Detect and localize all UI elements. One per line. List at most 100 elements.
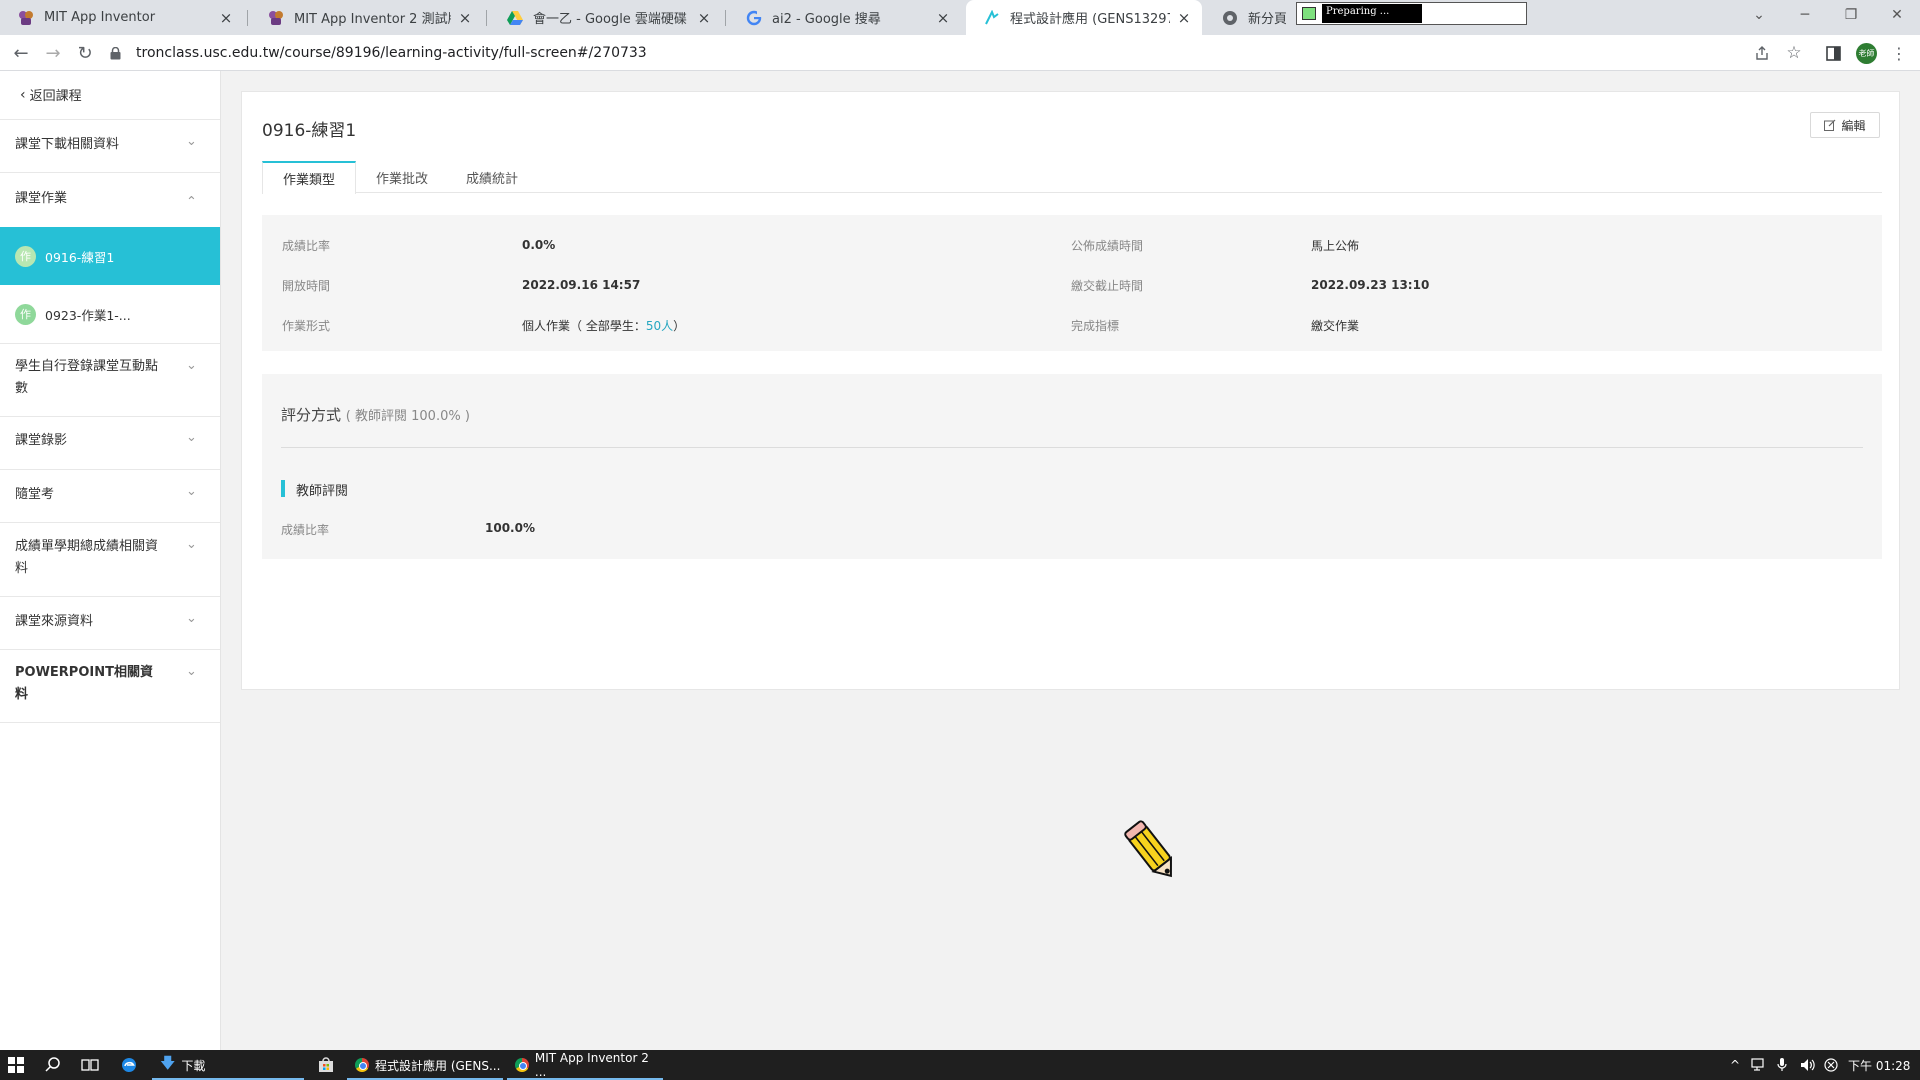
taskbar-app-chrome-course[interactable]: 程式設計應用 (GENS... — [347, 1050, 503, 1080]
edge-browser-icon[interactable] — [121, 1050, 137, 1080]
volume-icon[interactable] — [1800, 1050, 1816, 1080]
reload-button[interactable]: ↻ — [73, 41, 97, 65]
edit-button[interactable]: 編輯 — [1810, 112, 1880, 138]
close-icon[interactable]: × — [457, 9, 473, 27]
section-title: 課堂錄影 — [15, 433, 68, 448]
format-prefix: 個人作業（ 全部學生： — [522, 319, 646, 333]
sidebar-section-downloads[interactable]: 課堂下載相關資料 ⌄ — [0, 119, 220, 172]
tab-statistics[interactable]: 成績統計 — [452, 161, 532, 193]
sidebar-section-grades[interactable]: 成績單學期總成績相關資料 ⌄ — [0, 522, 220, 596]
sidebar-section-interaction-points[interactable]: 學生自行登錄課堂互動點數 ⌄ — [0, 343, 220, 416]
restore-button[interactable]: ❐ — [1828, 0, 1874, 30]
address-bar[interactable]: tronclass.usc.edu.tw/course/89196/learni… — [110, 39, 1750, 67]
taskbar-app-chrome-inventor[interactable]: MIT App Inventor 2 ... — [507, 1050, 663, 1080]
system-clock[interactable]: 下午 01:28 — [1848, 1050, 1910, 1080]
chevron-down-icon: ⌄ — [186, 430, 197, 445]
tab-label: ai2 - Google 搜尋 — [772, 12, 881, 27]
forward-button[interactable]: → — [41, 41, 65, 65]
lock-icon — [110, 46, 124, 60]
tab-assignment-type[interactable]: 作業類型 — [262, 161, 356, 194]
side-panel-icon[interactable] — [1821, 41, 1845, 65]
student-count-link[interactable]: 50人 — [646, 319, 673, 333]
share-icon[interactable] — [1750, 41, 1774, 65]
back-to-course-label: 返回課程 — [29, 89, 82, 104]
format-value: 個人作業（ 全部學生：50人） — [522, 317, 685, 334]
sidebar-section-assignments[interactable]: 課堂作業 ⌄ — [0, 172, 220, 225]
tab-grading[interactable]: 作業批改 — [362, 161, 442, 193]
browser-tab-new-tab[interactable]: 新分頁 — [1204, 0, 1296, 35]
sidebar-section-recordings[interactable]: 課堂錄影 ⌄ — [0, 416, 220, 469]
status-indicator — [1302, 7, 1316, 20]
chevron-down-icon: ⌄ — [186, 664, 197, 679]
sidebar-section-sources[interactable]: 課堂來源資料 ⌄ — [0, 596, 220, 649]
app-inventor-icon — [18, 10, 34, 26]
sidebar-section-quizzes[interactable]: 隨堂考 ⌄ — [0, 469, 220, 522]
notification-off-icon[interactable] — [1824, 1050, 1838, 1080]
divider — [281, 447, 1863, 448]
sidebar-item-0916[interactable]: 作 0916-練習1 — [0, 227, 220, 285]
app-inventor-icon — [268, 10, 284, 26]
search-icon[interactable] — [45, 1050, 61, 1080]
browser-tab-tronclass[interactable]: 程式設計應用 (GENS13297A1) - × — [966, 0, 1202, 35]
activity-card: 0916-練習1 編輯 作業類型 作業批改 成績統計 成績比率 0.0% 公佈成… — [241, 91, 1900, 690]
chevron-down-icon: ⌄ — [186, 537, 197, 552]
grading-title: 評分方式 ( 教師評閱 100.0% ) — [281, 404, 470, 425]
download-label: 下載 — [181, 1058, 206, 1073]
taskbar-downloads[interactable]: 🡇 下載 — [152, 1050, 304, 1080]
open-time-value: 2022.09.16 14:57 — [522, 278, 641, 292]
sidebar-item-0923[interactable]: 作 0923-作業1-... — [0, 285, 220, 343]
chevron-down-icon: ⌄ — [186, 611, 197, 626]
task-view-icon[interactable] — [81, 1050, 99, 1080]
preparing-overlay: Preparing ... — [1296, 2, 1527, 25]
tray-expand-icon[interactable]: ^ — [1730, 1050, 1740, 1080]
close-icon[interactable]: × — [1176, 9, 1192, 27]
taskbar-app-label: MIT App Inventor 2 ... — [534, 1051, 649, 1079]
minimize-button[interactable]: ─ — [1782, 0, 1828, 30]
google-drive-icon — [507, 10, 523, 26]
profile-avatar[interactable]: 老師 — [1856, 43, 1877, 64]
window-close-button[interactable]: ✕ — [1874, 0, 1920, 30]
close-icon[interactable]: × — [935, 9, 951, 27]
network-icon[interactable] — [1751, 1050, 1767, 1080]
score-ratio-label: 成績比率 — [282, 239, 331, 253]
accent-bar — [281, 480, 285, 497]
tab-divider — [247, 10, 248, 26]
browser-tab-app-inventor-beta[interactable]: MIT App Inventor 2 測試版 × — [250, 0, 483, 35]
chevron-left-icon: ‹ — [20, 86, 26, 103]
section-title: 課堂下載相關資料 — [15, 137, 120, 152]
browser-tab-google-search[interactable]: ai2 - Google 搜尋 × — [728, 0, 961, 35]
chevron-down-icon: ⌄ — [186, 134, 197, 149]
item-label: 0923-作業1-... — [45, 307, 131, 323]
menu-icon[interactable]: ⋮ — [1887, 41, 1911, 65]
chrome-icon — [1222, 10, 1238, 26]
back-to-course-link[interactable]: ‹ 返回課程 — [20, 85, 82, 105]
publish-time-label: 公佈成績時間 — [1071, 239, 1144, 253]
store-icon[interactable] — [318, 1050, 334, 1080]
chevron-up-icon: ⌄ — [186, 192, 197, 207]
section-title: 隨堂考 — [15, 487, 55, 502]
tab-label: MIT App Inventor — [44, 10, 156, 25]
sidebar-section-powerpoint[interactable]: POWERPOINT相關資料 ⌄ — [0, 649, 220, 723]
grading-ratio-label: 成績比率 — [281, 523, 330, 537]
edit-icon — [1824, 119, 1836, 131]
bookmark-star-icon[interactable]: ☆ — [1782, 41, 1806, 65]
preparing-text: Preparing ... — [1322, 4, 1422, 23]
close-icon[interactable]: × — [696, 9, 712, 27]
publish-time-value: 馬上公佈 — [1311, 239, 1360, 253]
section-title: POWERPOINT相關資料 — [15, 665, 153, 702]
completion-value: 繳交作業 — [1311, 319, 1360, 333]
content-tabs: 作業類型 作業批改 成績統計 — [262, 161, 1882, 194]
browser-tab-app-inventor[interactable]: MIT App Inventor × — [0, 0, 244, 35]
windows-start-icon[interactable] — [8, 1050, 24, 1080]
deadline-label: 繳交截止時間 — [1071, 279, 1144, 293]
taskbar-app-label: 程式設計應用 (GENS... — [375, 1058, 501, 1073]
item-label: 0916-練習1 — [45, 249, 115, 265]
tab-label: 會一乙 - Google 雲端硬碟 — [533, 12, 687, 27]
browser-toolbar: ← → ↻ tronclass.usc.edu.tw/course/89196/… — [0, 35, 1920, 71]
browser-tab-google-drive[interactable]: 會一乙 - Google 雲端硬碟 × — [489, 0, 722, 35]
back-button[interactable]: ← — [9, 41, 33, 65]
close-icon[interactable]: × — [218, 9, 234, 27]
tab-search-button[interactable]: ⌄ — [1736, 0, 1782, 30]
microphone-icon[interactable] — [1777, 1050, 1787, 1080]
section-title: 成績單學期總成績相關資料 — [15, 539, 159, 576]
